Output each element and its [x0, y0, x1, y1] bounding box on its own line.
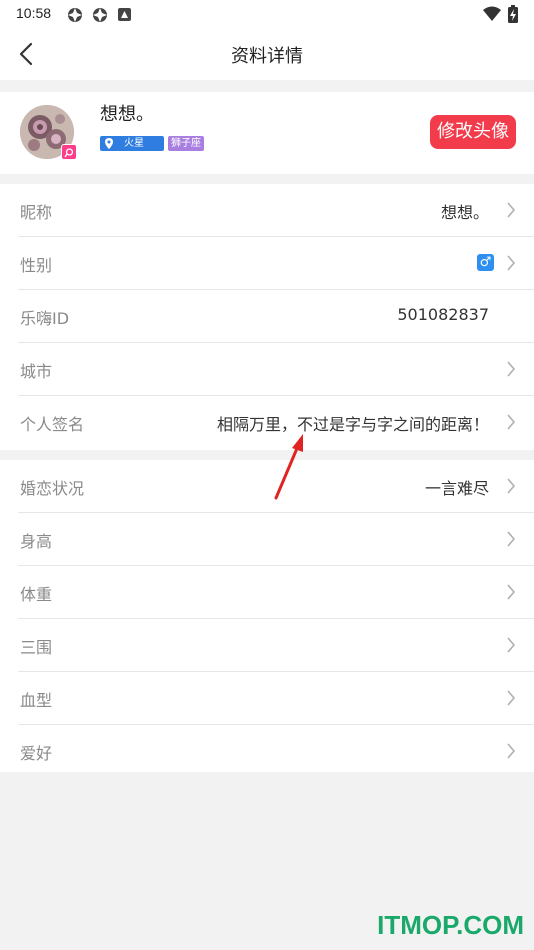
measurements-row[interactable]: 三围 — [18, 619, 534, 672]
zodiac-tag: 狮子座 — [168, 136, 204, 151]
app-icon-1 — [68, 8, 82, 22]
blood-type-label: 血型 — [20, 691, 53, 710]
gender-label: 性别 — [20, 256, 53, 275]
chevron-right-icon — [507, 690, 516, 706]
wifi-icon — [483, 6, 501, 21]
marital-status-label: 婚恋状况 — [20, 479, 85, 498]
hobbies-row[interactable]: 爱好 — [18, 725, 534, 777]
app-icon-2 — [93, 8, 107, 22]
change-avatar-button[interactable]: 修改头像 — [430, 115, 516, 149]
height-row[interactable]: 身高 — [18, 513, 534, 566]
chevron-right-icon — [507, 584, 516, 600]
weight-row[interactable]: 体重 — [18, 566, 534, 619]
battery-charging-icon — [508, 5, 518, 23]
profile-card: 想想。 火星 狮子座 修改头像 — [0, 92, 534, 174]
signature-row[interactable]: 个人签名 相隔万里，不过是字与字之间的距离！ — [18, 396, 534, 448]
status-time: 10:58 — [16, 5, 52, 21]
marital-status-value: 一言难尽 — [424, 479, 489, 498]
user-id-label: 乐嗨ID — [20, 309, 70, 328]
status-bar: 10:58 — [0, 0, 534, 28]
chevron-right-icon — [507, 414, 516, 430]
chevron-right-icon — [507, 255, 516, 271]
chevron-right-icon — [507, 361, 516, 377]
city-row[interactable]: 城市 — [18, 343, 534, 396]
weight-label: 体重 — [20, 585, 53, 604]
location-tag: 火星 — [100, 136, 164, 151]
nickname-row[interactable]: 昵称 想想。 — [18, 184, 534, 237]
avatar-badge-icon — [61, 144, 77, 160]
basic-info-list: 昵称 想想。 性别 ♂ 乐嗨ID 501082837 城市 个人签名 相隔万里，… — [0, 184, 534, 450]
page-title: 资料详情 — [231, 46, 303, 67]
chevron-right-icon — [507, 637, 516, 653]
male-icon: ♂ — [477, 254, 494, 271]
hobbies-label: 爱好 — [20, 744, 53, 763]
chevron-right-icon — [507, 531, 516, 547]
profile-name: 想想。 — [100, 104, 154, 125]
height-label: 身高 — [20, 532, 53, 551]
gender-row[interactable]: 性别 ♂ — [18, 237, 534, 290]
measurements-label: 三围 — [20, 638, 53, 657]
chevron-right-icon — [507, 202, 516, 218]
user-id-row: 乐嗨ID 501082837 — [18, 290, 534, 343]
details-list: 婚恋状况 一言难尽 身高 体重 三围 血型 爱好 — [0, 460, 534, 772]
blood-type-row[interactable]: 血型 — [18, 672, 534, 725]
location-pin-icon — [105, 138, 113, 149]
signature-value: 相隔万里，不过是字与字之间的距离！ — [216, 415, 489, 434]
app-header: 资料详情 — [0, 28, 534, 80]
user-id-value: 501082837 — [397, 305, 489, 324]
chevron-right-icon — [507, 743, 516, 759]
chevron-right-icon — [507, 478, 516, 494]
nickname-label: 昵称 — [20, 203, 53, 222]
notification-icon — [118, 8, 131, 21]
marital-status-row[interactable]: 婚恋状况 一言难尽 — [18, 460, 534, 513]
watermark: ITMOP.COM — [377, 910, 524, 940]
nickname-value: 想想。 — [440, 203, 489, 222]
signature-label: 个人签名 — [20, 415, 85, 434]
city-label: 城市 — [20, 362, 53, 381]
location-tag-label: 火星 — [124, 138, 144, 149]
